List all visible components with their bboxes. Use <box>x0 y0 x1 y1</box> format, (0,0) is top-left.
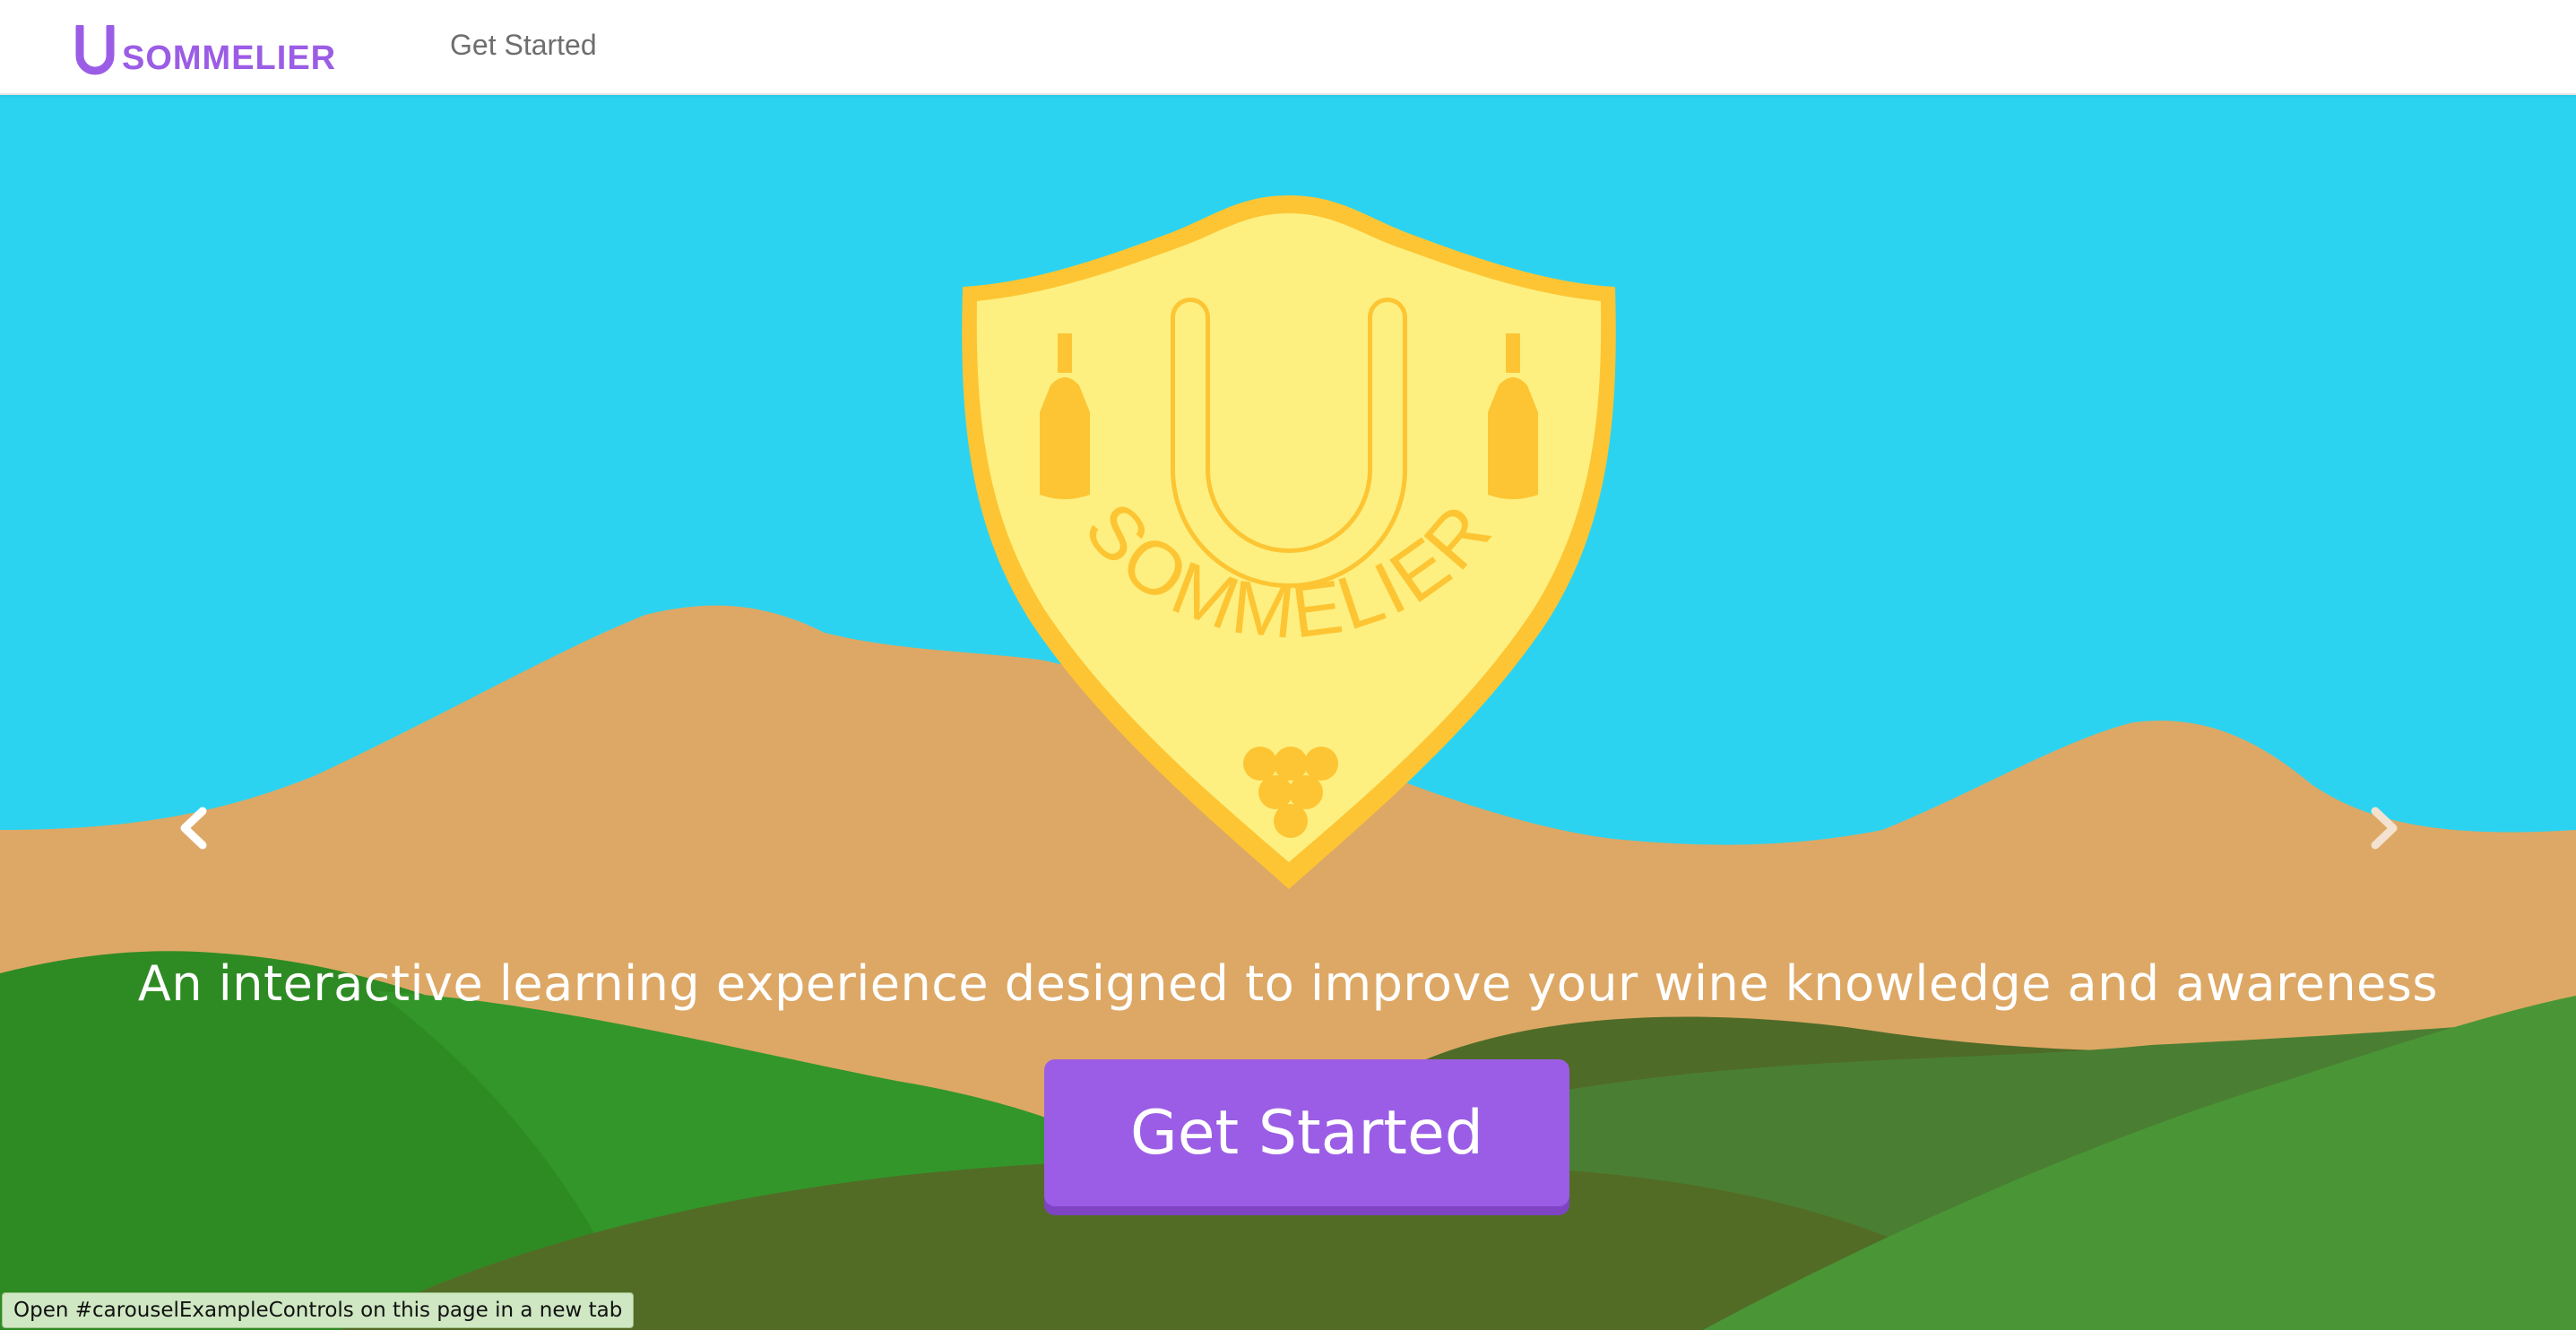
get-started-button[interactable]: Get Started <box>1044 1059 1569 1206</box>
link-status-tooltip: Open #carouselExampleControls on this pa… <box>2 1292 635 1328</box>
hero-tagline: An interactive learning experience desig… <box>137 955 2439 1012</box>
hero-carousel: SOMMELIER An interactive learning experi… <box>0 95 2576 1330</box>
chevron-right-icon <box>2371 807 2398 850</box>
brand-logo[interactable]: SOMMELIER <box>73 16 336 79</box>
sommelier-crest-logo: SOMMELIER <box>962 195 1616 889</box>
carousel-prev-button[interactable] <box>158 792 229 864</box>
carousel-next-button[interactable] <box>2348 792 2420 864</box>
nav-get-started-link[interactable]: Get Started <box>450 25 597 65</box>
chevron-left-icon <box>180 807 207 850</box>
navbar: SOMMELIER Get Started <box>0 0 2576 95</box>
brand-text: SOMMELIER <box>122 39 337 77</box>
brand-u-icon <box>75 25 115 75</box>
